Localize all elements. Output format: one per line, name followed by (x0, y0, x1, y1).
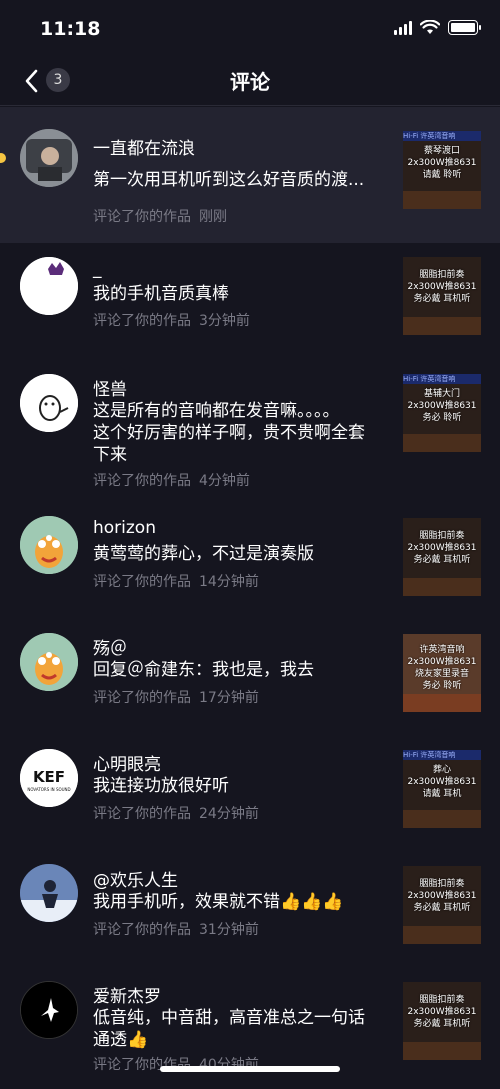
comment-text: 我的手机音质真棒 (93, 284, 229, 304)
page-title: 评论 (230, 70, 270, 94)
avatar[interactable] (20, 516, 78, 574)
avatar[interactable] (20, 129, 78, 187)
video-thumbnail[interactable]: Hi-Fi 许英湾音响 蔡琴渡口 2x300W推8631 请戴 聆听 (403, 131, 481, 209)
avatar[interactable]: KEF NOVATORS IN SOUND (20, 749, 78, 807)
commenter-name[interactable]: 爱新杰罗 (93, 982, 161, 1007)
comment-item[interactable]: _ 我的手机音质真棒 评论了你的作品 3分钟前 胭脂扣前奏 2x300W推8631 务… (0, 243, 500, 358)
commenter-name[interactable]: horizon (93, 518, 156, 538)
comment-text: 第一次用耳机听到这么好音质的渡... (93, 170, 365, 190)
home-indicator[interactable] (160, 1066, 340, 1072)
comment-text: 低音纯，中音甜，高音准总之一句话 通透👍 (93, 1008, 365, 1050)
comment-meta: 评论了你的作品 4分钟前 (93, 473, 250, 489)
video-thumbnail[interactable]: 胭脂扣前奏 2x300W推8631 务必戴 耳机听 (403, 257, 481, 335)
comment-time: 刚刚 (199, 209, 227, 225)
comment-list: 一直都在流浪 第一次用耳机听到这么好音质的渡... 评论了你的作品 刚刚 Hi-F… (0, 107, 500, 1089)
comment-time: 24分钟前 (199, 806, 259, 822)
commenter-name[interactable]: 心明眼亮 (93, 750, 161, 775)
comment-time: 3分钟前 (199, 313, 250, 329)
video-thumbnail[interactable]: 许英湾音响 2x300W推8631 烧友家里录音 务必 聆听 (403, 634, 481, 712)
comment-item[interactable]: 一直都在流浪 第一次用耳机听到这么好音质的渡... 评论了你的作品 刚刚 Hi-F… (0, 107, 500, 243)
commenter-name[interactable]: 一直都在流浪 (93, 134, 195, 159)
video-thumbnail[interactable]: 胭脂扣前奏 2x300W推8631 务必戴 耳机听 (403, 518, 481, 596)
avatar[interactable] (20, 633, 78, 691)
battery-icon (448, 20, 481, 35)
comment-meta: 评论了你的作品 3分钟前 (93, 313, 250, 329)
video-thumbnail[interactable]: Hi-Fi 许英湾音响 葬心 2x300W推8631 请戴 耳机 (403, 750, 481, 828)
commenter-name[interactable]: 怪兽 (93, 375, 127, 400)
comment-time: 4分钟前 (199, 473, 250, 489)
comment-item[interactable]: 怪兽 这是所有的音响都在发音嘛。。。。 这个好厉害的样子啊，贵不贵啊全套 下来 评论… (0, 358, 500, 506)
commenter-name[interactable]: _ (93, 259, 102, 279)
comment-item[interactable]: 殇＠ 回复＠俞建东：我也是，我去 评论了你的作品 17分钟前 许英湾音响 2x300… (0, 621, 500, 737)
comment-time: 31分钟前 (199, 922, 259, 938)
comment-text: 我用手机听，效果就不错👍👍👍 (93, 892, 344, 912)
avatar[interactable] (20, 981, 78, 1039)
nav-bar: 3 评论 (0, 58, 500, 106)
comment-text: 这是所有的音响都在发音嘛。。。。 这个好厉害的样子啊，贵不贵啊全套 下来 (93, 401, 365, 465)
svg-text:NOVATORS IN SOUND: NOVATORS IN SOUND (27, 787, 70, 792)
comment-meta: 评论了你的作品 31分钟前 (93, 922, 259, 938)
cellular-signal-icon (394, 20, 412, 35)
comment-time: 17分钟前 (199, 690, 259, 706)
comment-text: 回复＠俞建东：我也是，我去 (93, 660, 314, 680)
unread-dot (0, 153, 6, 163)
comment-meta: 评论了你的作品 14分钟前 (93, 574, 259, 590)
commenter-name[interactable]: 殇＠ (93, 634, 127, 659)
video-thumbnail[interactable]: Hi-Fi 许英湾音响 基辅大门 2x300W推8631 务必 聆听 (403, 374, 481, 452)
avatar[interactable] (20, 864, 78, 922)
video-thumbnail[interactable]: 胭脂扣前奏 2x300W推8631 务必戴 耳机听 (403, 866, 481, 944)
comment-item[interactable]: horizon 黄莺莺的葬心，不过是演奏版 评论了你的作品 14分钟前 胭脂扣前奏… (0, 506, 500, 621)
status-time: 11:18 (40, 18, 101, 40)
comment-meta: 评论了你的作品 刚刚 (93, 209, 227, 225)
avatar[interactable] (20, 257, 78, 315)
comment-item[interactable]: KEF NOVATORS IN SOUND 心明眼亮 我连接功放很好听 评论了你的… (0, 737, 500, 853)
comment-text: 我连接功放很好听 (93, 776, 229, 796)
avatar[interactable] (20, 374, 78, 432)
comment-time: 14分钟前 (199, 574, 259, 590)
comment-item[interactable]: @欢乐人生 我用手机听，效果就不错👍👍👍 评论了你的作品 31分钟前 胭脂扣前奏 2… (0, 853, 500, 969)
comment-meta: 评论了你的作品 17分钟前 (93, 690, 259, 706)
video-thumbnail[interactable]: 胭脂扣前奏 2x300W推8631 务必戴 耳机听 (403, 982, 481, 1060)
comment-text: 黄莺莺的葬心，不过是演奏版 (93, 544, 314, 564)
commenter-name[interactable]: @欢乐人生 (93, 866, 178, 891)
status-bar: 11:18 (0, 0, 500, 58)
comment-meta: 评论了你的作品 24分钟前 (93, 806, 259, 822)
svg-text:KEF: KEF (33, 768, 65, 786)
wifi-icon (420, 20, 440, 34)
